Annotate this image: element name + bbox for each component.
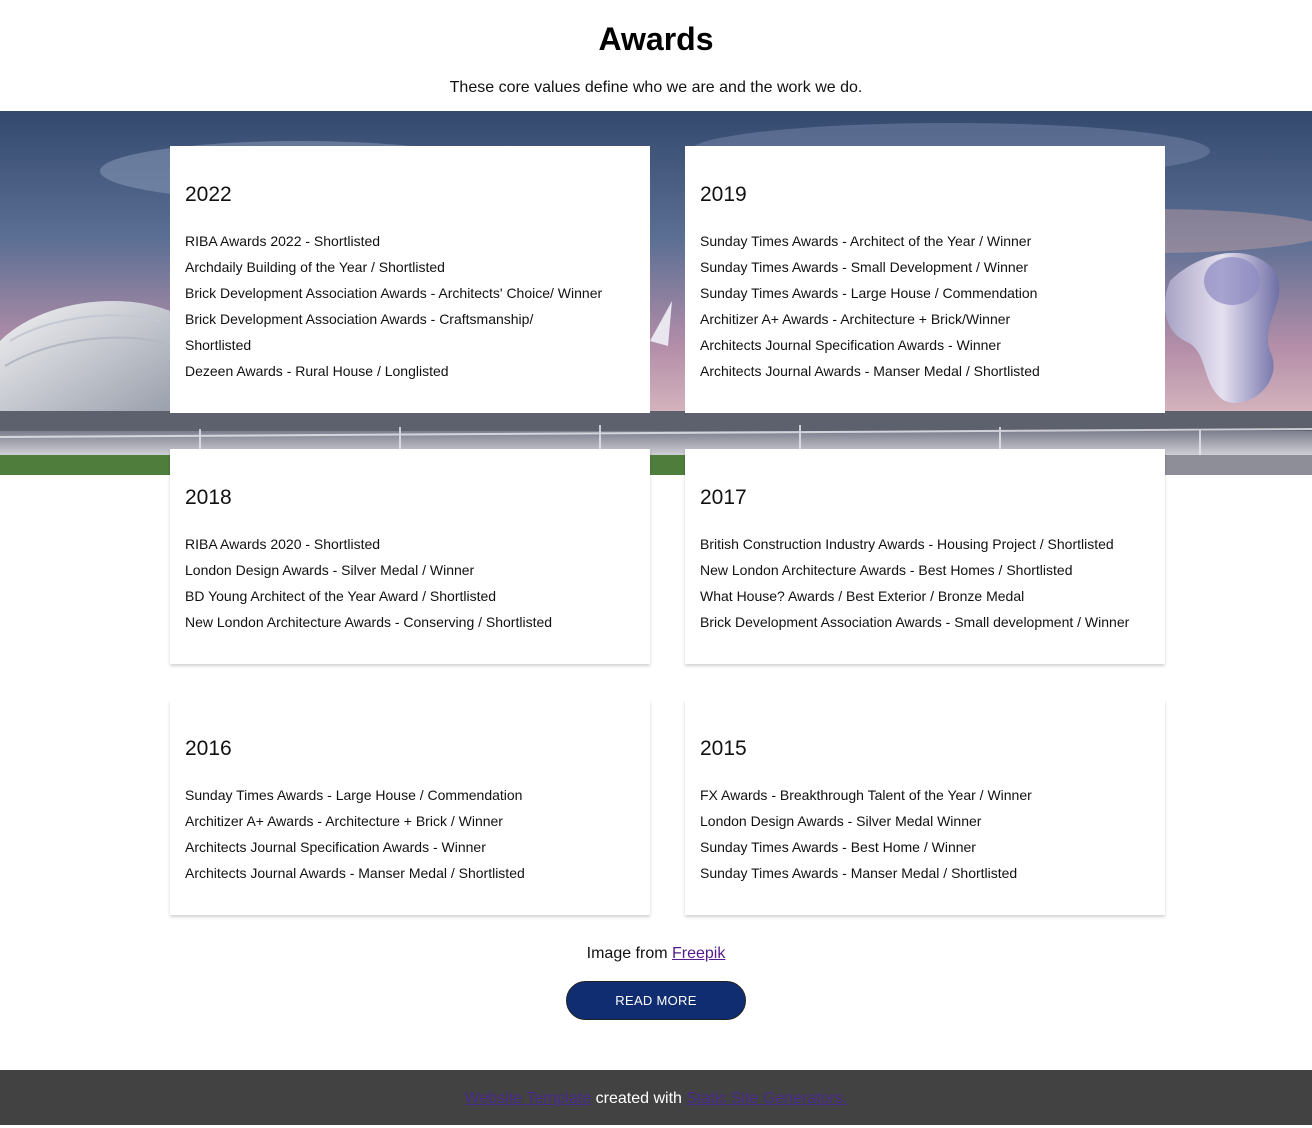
award-list: Sunday Times Awards - Architect of the Y… [700, 228, 1150, 384]
award-card-2015: 2015 FX Awards - Breakthrough Talent of … [685, 700, 1165, 915]
page-title: Awards [598, 21, 714, 57]
award-card-2016: 2016 Sunday Times Awards - Large House /… [170, 700, 650, 915]
award-item: Architects Journal Specification Awards … [185, 839, 486, 855]
award-card-2018: 2018 RIBA Awards 2020 - Shortlisted Lond… [170, 449, 650, 664]
award-item: Architects Journal Awards - Manser Medal… [700, 363, 1040, 379]
award-item: British Construction Industry Awards - H… [700, 536, 1114, 552]
award-item: RIBA Awards 2022 - Shortlisted [185, 233, 381, 249]
freepik-link[interactable]: Freepik [672, 945, 725, 962]
award-item: Architects Journal Awards - Manser Medal… [185, 865, 525, 881]
award-year: 2022 [185, 183, 232, 206]
award-item: Archdaily Building of the Year / Shortli… [185, 259, 445, 275]
award-list: FX Awards - Breakthrough Talent of the Y… [700, 782, 1150, 886]
award-list: Sunday Times Awards - Large House / Comm… [185, 782, 635, 886]
award-year: 2018 [185, 486, 232, 509]
award-item: Brick Development Association Awards - C… [185, 311, 534, 327]
footer-text: created with [591, 1090, 687, 1107]
award-item: Sunday Times Awards - Small Development … [700, 259, 1029, 275]
award-item: New London Architecture Awards - Best Ho… [700, 562, 1073, 578]
award-item: Architizer A+ Awards - Architecture + Br… [185, 813, 503, 829]
award-card-2019: 2019 Sunday Times Awards - Architect of … [685, 146, 1165, 413]
website-template-link[interactable]: Website Template [465, 1090, 592, 1107]
award-item: Sunday Times Awards - Best Home / Winner [700, 839, 976, 855]
award-item: Architects Journal Specification Awards … [700, 337, 1001, 353]
award-item: London Design Awards - Silver Medal Winn… [700, 813, 982, 829]
award-item: RIBA Awards 2020 - Shortlisted [185, 536, 381, 552]
award-item: Architizer A+ Awards - Architecture + Br… [700, 311, 1011, 327]
award-item: Dezeen Awards - Rural House / Longlisted [185, 363, 449, 379]
award-year: 2015 [700, 737, 747, 760]
award-list: RIBA Awards 2022 - Shortlisted Archdaily… [185, 228, 635, 384]
award-item: Sunday Times Awards - Large House / Comm… [700, 285, 1038, 301]
award-item: Shortlisted [185, 337, 252, 353]
award-year: 2016 [185, 737, 232, 760]
site-footer: Website Template created with Static Sit… [0, 1070, 1312, 1125]
read-more-button[interactable]: READ MORE [566, 981, 746, 1020]
image-credit-prefix: Image from [586, 945, 672, 962]
award-year: 2017 [700, 486, 747, 509]
award-item: Sunday Times Awards - Manser Medal / Sho… [700, 865, 1018, 881]
award-item: London Design Awards - Silver Medal / Wi… [185, 562, 475, 578]
award-item: New London Architecture Awards - Conserv… [185, 614, 553, 630]
static-site-generators-link[interactable]: Static Site Generators. [686, 1090, 847, 1107]
award-card-2017: 2017 British Construction Industry Award… [685, 449, 1165, 664]
award-card-2022: 2022 RIBA Awards 2022 - Shortlisted Arch… [170, 146, 650, 413]
award-list: RIBA Awards 2020 - Shortlisted London De… [185, 531, 635, 635]
award-item: FX Awards - Breakthrough Talent of the Y… [700, 787, 1032, 803]
award-item: Sunday Times Awards - Architect of the Y… [700, 233, 1032, 249]
award-item: Brick Development Association Awards - S… [700, 614, 1130, 630]
award-item: What House? Awards / Best Exterior / Bro… [700, 588, 1025, 604]
award-item: Sunday Times Awards - Large House / Comm… [185, 787, 523, 803]
image-credit: Image from Freepik [0, 944, 1312, 964]
page-subtitle: These core values define who we are and … [449, 79, 863, 96]
award-item: BD Young Architect of the Year Award / S… [185, 588, 497, 604]
award-year: 2019 [700, 183, 747, 206]
page-header: Awards These core values define who we a… [0, 0, 1312, 111]
award-list: British Construction Industry Awards - H… [700, 531, 1150, 635]
award-item: Brick Development Association Awards - A… [185, 285, 603, 301]
